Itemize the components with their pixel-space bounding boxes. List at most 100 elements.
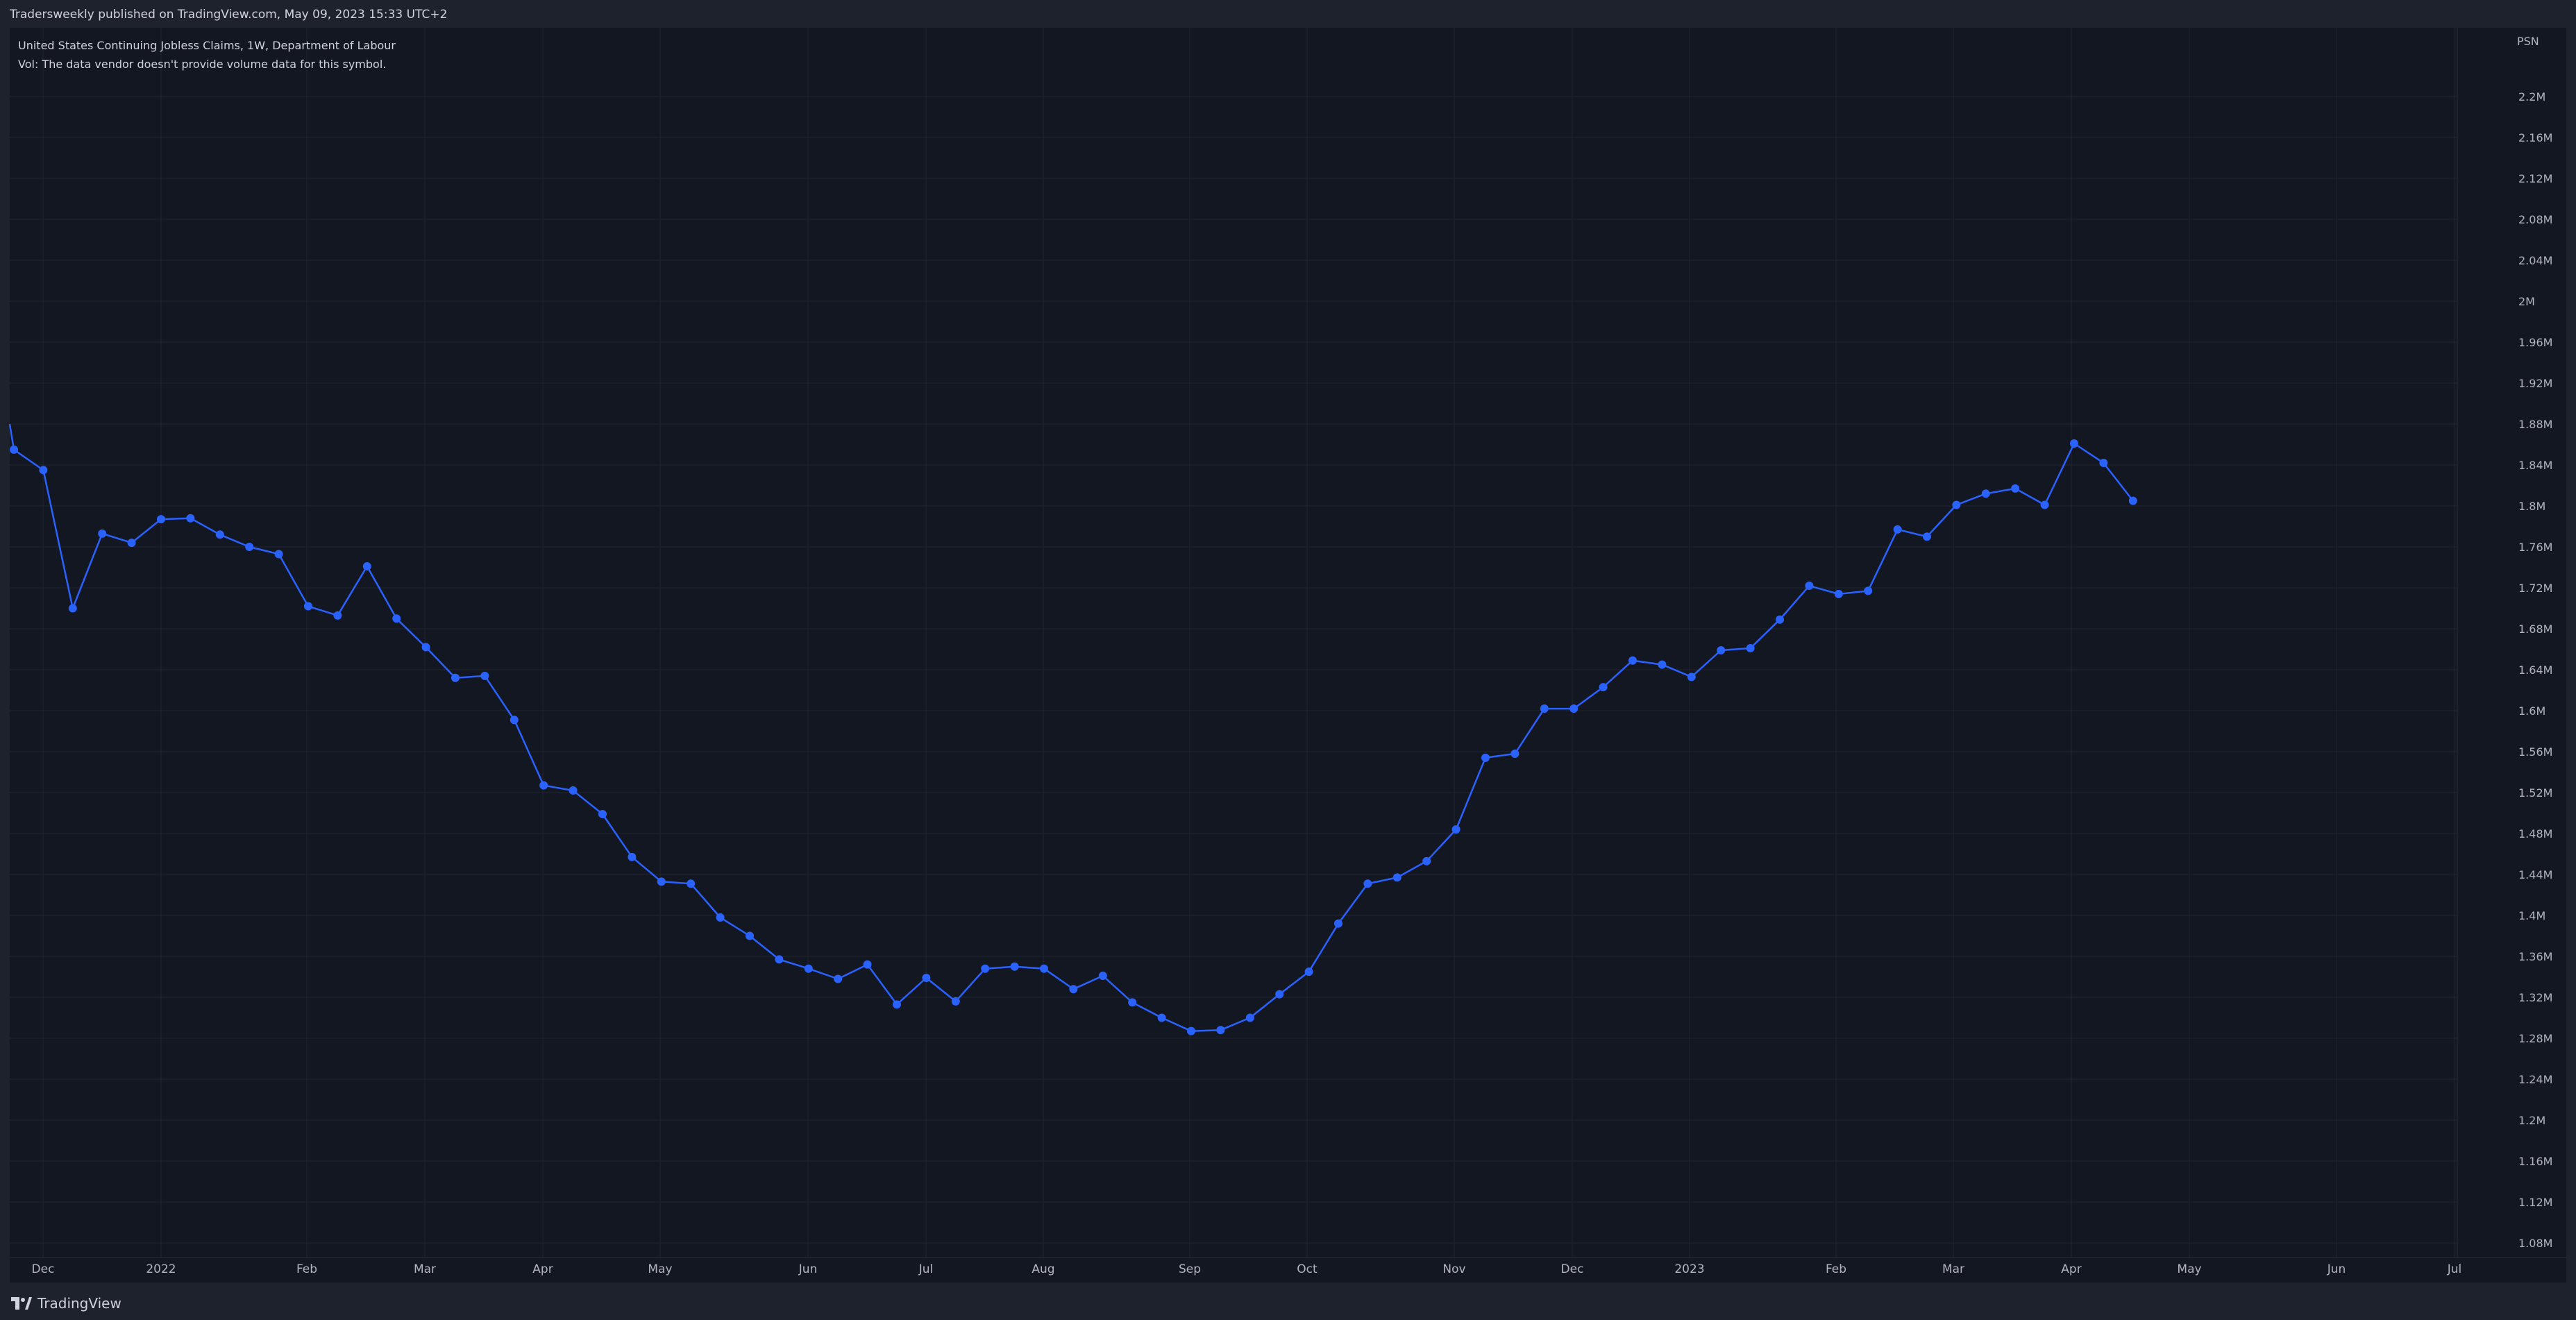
data-point <box>1245 1013 1254 1022</box>
y-tick-label: 1.44M <box>2518 868 2552 881</box>
data-point <box>1569 704 1579 713</box>
y-tick-label: 2.16M <box>2518 131 2552 144</box>
data-point <box>98 529 107 538</box>
data-point <box>127 539 136 548</box>
y-tick-label: 1.96M <box>2518 336 2552 349</box>
data-point <box>215 530 224 539</box>
data-point <box>480 671 489 680</box>
x-tick-label: Dec <box>32 1262 55 1276</box>
chart-canvas[interactable]: 2.2M 2.16M 2.12M 2.08M 2.04M 2M 1.96M 1.92M 1.88… <box>0 0 2576 1320</box>
data-point <box>1510 749 1519 758</box>
x-tick-label: Apr <box>2061 1262 2081 1276</box>
y-tick-label: 1.32M <box>2518 991 2552 1004</box>
x-tick-label: Jun <box>2327 1262 2346 1276</box>
data-point <box>628 852 637 861</box>
y-tick-label: 2M <box>2518 295 2535 308</box>
data-point <box>245 543 254 551</box>
data-point <box>1451 825 1460 834</box>
data-point <box>1098 972 1107 981</box>
data-point <box>68 604 77 613</box>
data-point <box>716 913 725 922</box>
data-point <box>1392 873 1401 882</box>
x-tick-label: Feb <box>1826 1262 1846 1276</box>
x-tick-label: 2023 <box>1674 1262 1704 1276</box>
data-point <box>1599 683 1608 692</box>
y-tick-label: 1.2M <box>2518 1114 2545 1127</box>
data-point <box>1540 704 1549 713</box>
x-tick-label: Jun <box>798 1262 818 1276</box>
data-point <box>775 955 784 964</box>
data-point <box>333 611 342 620</box>
data-point <box>657 877 666 886</box>
data-point <box>1010 962 1019 971</box>
data-point <box>1805 582 1814 591</box>
data-point <box>39 466 48 475</box>
data-point <box>1981 489 1990 498</box>
y-tick-label: 1.88M <box>2518 418 2552 431</box>
symbol-description[interactable]: United States Continuing Jobless Claims,… <box>18 36 396 55</box>
data-point <box>1157 1013 1166 1022</box>
y-tick-label: 1.6M <box>2518 704 2545 718</box>
data-point <box>1187 1026 1195 1035</box>
data-point <box>2099 459 2108 468</box>
data-point <box>863 960 872 969</box>
y-tick-label: 1.56M <box>2518 745 2552 759</box>
data-point <box>804 964 813 973</box>
data-point <box>1069 985 1078 994</box>
y-tick-label: 1.8M <box>2518 500 2545 513</box>
y-tick-label: 1.12M <box>2518 1196 2552 1209</box>
data-point <box>392 614 401 623</box>
x-tick-label: Sep <box>1179 1262 1201 1276</box>
data-point <box>539 781 548 790</box>
data-point <box>1864 586 1873 595</box>
currency-label[interactable]: PSN <box>2517 35 2539 48</box>
data-point <box>1893 525 1902 534</box>
y-tick-label: 2.12M <box>2518 172 2552 185</box>
data-point <box>1040 964 1048 973</box>
data-point <box>893 1000 901 1009</box>
data-point <box>981 964 990 973</box>
y-tick-label: 1.72M <box>2518 582 2552 595</box>
y-tick-label: 1.28M <box>2518 1032 2552 1045</box>
data-point <box>598 809 607 818</box>
y-tick-label: 1.52M <box>2518 786 2552 799</box>
x-tick-label: Mar <box>1942 1262 1964 1276</box>
data-point <box>922 973 931 982</box>
data-point <box>1952 500 1961 509</box>
x-tick-label: Apr <box>532 1262 553 1276</box>
x-tick-label: Aug <box>1032 1262 1054 1276</box>
x-tick-label: Oct <box>1297 1262 1318 1276</box>
data-point <box>2011 484 2020 493</box>
y-tick-label: 1.84M <box>2518 459 2552 472</box>
brand[interactable]: TradingView <box>11 1295 121 1312</box>
y-tick-label: 1.68M <box>2518 623 2552 636</box>
data-point <box>1658 660 1667 669</box>
y-tick-label: 1.76M <box>2518 541 2552 554</box>
x-tick-label: May <box>2177 1262 2201 1276</box>
data-point <box>421 643 430 652</box>
y-tick-label: 2.08M <box>2518 213 2552 226</box>
y-tick-label: 1.36M <box>2518 950 2552 963</box>
data-point <box>1363 879 1372 888</box>
data-point <box>362 562 371 571</box>
data-point <box>951 997 960 1006</box>
series-line <box>8 423 2134 1032</box>
y-tick-label: 1.24M <box>2518 1073 2552 1086</box>
data-point <box>451 673 460 682</box>
data-point <box>1628 656 1637 665</box>
data-point <box>1834 589 1843 598</box>
x-tick-label: Jul <box>918 1262 934 1276</box>
data-point <box>1746 644 1755 653</box>
data-point <box>746 931 754 940</box>
data-point <box>834 974 843 983</box>
x-tick-label: Jul <box>2447 1262 2462 1276</box>
brand-name: TradingView <box>37 1295 121 1312</box>
y-tick-label: 1.48M <box>2518 827 2552 840</box>
y-tick-label: 1.16M <box>2518 1155 2552 1168</box>
data-point <box>1687 672 1696 682</box>
y-tick-label: 2.04M <box>2518 254 2552 267</box>
y-tick-label: 1.08M <box>2518 1237 2552 1250</box>
footer-bar <box>0 1283 2576 1320</box>
data-point <box>2040 500 2049 509</box>
x-tick-label: Nov <box>1442 1262 1465 1276</box>
